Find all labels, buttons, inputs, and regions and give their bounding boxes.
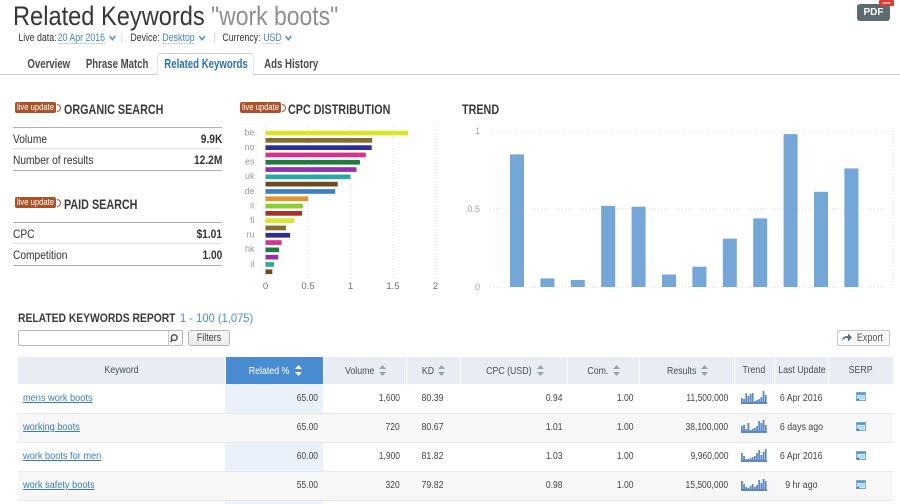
svg-text:fi: fi: [250, 215, 255, 225]
svg-text:1.5: 1.5: [386, 281, 399, 292]
svg-text:0.5: 0.5: [467, 204, 480, 214]
svg-text:1: 1: [348, 281, 353, 292]
svg-text:0: 0: [475, 282, 480, 292]
svg-text:it: it: [250, 200, 255, 210]
svg-text:de: de: [244, 186, 254, 196]
svg-text:be: be: [244, 127, 254, 137]
svg-text:1: 1: [475, 126, 480, 136]
svg-text:2: 2: [433, 281, 438, 292]
svg-text:es: es: [245, 157, 255, 167]
svg-text:no: no: [244, 142, 254, 152]
svg-text:ru: ru: [246, 230, 254, 240]
svg-text:il: il: [251, 259, 255, 269]
svg-text:uk: uk: [245, 171, 255, 181]
svg-text:0.5: 0.5: [301, 281, 314, 292]
svg-text:0: 0: [263, 281, 268, 292]
svg-text:hk: hk: [245, 244, 255, 254]
